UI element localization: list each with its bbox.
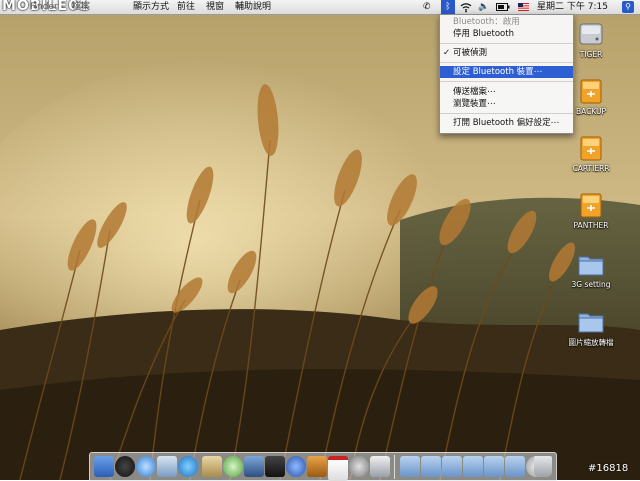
desktop-icon-label: TIGER: [579, 50, 603, 59]
bluetooth-status-item: Bluetooth：啟用: [453, 17, 520, 27]
imovie-icon[interactable]: [265, 456, 285, 477]
bluetooth-preferences-item[interactable]: 打開 Bluetooth 偏好設定⋯: [440, 117, 573, 129]
desktop-icon-panther[interactable]: PANTHER: [562, 191, 620, 230]
external-disk-icon: [580, 193, 602, 218]
movies-folder-icon[interactable]: [484, 456, 504, 477]
hard-disk-icon: [579, 23, 603, 45]
desktop-icon-backup[interactable]: BACKUP: [562, 77, 620, 116]
menu-separator: [440, 81, 573, 82]
applications-folder-icon[interactable]: [442, 456, 462, 477]
dock: [89, 452, 557, 481]
time-machine-icon[interactable]: [349, 456, 369, 477]
menu-help[interactable]: 輔助說明: [235, 0, 271, 14]
garageband-icon[interactable]: [307, 456, 327, 477]
bluetooth-menu: Bluetooth：啟用 停用 Bluetooth ✓ 可被偵測 設定 Blue…: [439, 14, 574, 134]
menu-separator: [440, 62, 573, 63]
volume-icon[interactable]: 🔈: [478, 0, 489, 14]
discoverable-item[interactable]: ✓ 可被偵測: [440, 47, 573, 59]
desktop-icon-label: 3G setting: [571, 280, 611, 289]
desktop-icon-label: BACKUP: [575, 107, 607, 116]
battery-icon[interactable]: [496, 0, 510, 14]
discoverable-label: 可被偵測: [453, 48, 488, 58]
address-book-icon[interactable]: [202, 456, 222, 477]
send-file-item[interactable]: 傳送檔案⋯: [440, 86, 573, 98]
menu-go[interactable]: 前往: [177, 0, 195, 14]
finder-icon[interactable]: [94, 456, 114, 477]
pictures-folder-icon[interactable]: [463, 456, 483, 477]
us-flag-icon[interactable]: [518, 0, 529, 14]
menu-file[interactable]: 檔案: [72, 0, 90, 14]
menu-separator: [440, 43, 573, 44]
disable-bluetooth-item[interactable]: 停用 Bluetooth: [440, 28, 573, 40]
desktop-icon-3g-setting[interactable]: 3G setting: [562, 250, 620, 289]
documents-folder-icon[interactable]: [400, 456, 420, 477]
menu-view[interactable]: 顯示方式: [133, 0, 169, 14]
wifi-icon[interactable]: [460, 0, 472, 14]
menu-separator: [440, 113, 573, 114]
dock-divider: [394, 455, 395, 479]
watermark: #16818: [588, 463, 629, 474]
checkmark-icon: ✓: [443, 48, 451, 58]
application-icon[interactable]: [370, 456, 390, 477]
folder-icon: [578, 256, 604, 276]
desktop-icon-label: 圖片縮放轉檔: [568, 338, 614, 347]
menu-window[interactable]: 視窗: [206, 0, 224, 14]
iphoto-icon[interactable]: [244, 456, 264, 477]
dashboard-icon[interactable]: [115, 456, 135, 477]
menu-bar: MOBILE01 Finder 檔案 顯示方式 前往 視窗 輔助說明 ✆ ᛒ 🔈…: [0, 0, 640, 15]
menu-clock[interactable]: 星期二 下午 7:15: [537, 0, 608, 14]
spotlight-icon[interactable]: ⚲: [622, 1, 634, 13]
safari-icon[interactable]: [136, 456, 156, 477]
desktop-icon-label: PANTHER: [573, 221, 609, 230]
music-folder-icon[interactable]: [505, 456, 525, 477]
setup-bluetooth-device-item[interactable]: 設定 Bluetooth 裝置⋯: [440, 66, 573, 78]
bluetooth-icon[interactable]: ᛒ: [441, 0, 455, 14]
browse-device-item[interactable]: 瀏覽裝置⋯: [440, 98, 573, 110]
desktop-icon-image-resize[interactable]: 圖片縮放轉檔: [562, 307, 620, 348]
external-disk-icon: [580, 79, 602, 104]
external-disk-icon: [580, 136, 602, 161]
desktop-icon-label: CARTIERR: [572, 164, 610, 173]
trash-icon[interactable]: [534, 456, 552, 477]
system-preferences-icon[interactable]: [286, 456, 306, 477]
itunes-icon[interactable]: [223, 456, 243, 477]
menu-finder[interactable]: Finder: [30, 0, 58, 14]
phone-icon[interactable]: ✆: [423, 0, 431, 14]
mail-icon[interactable]: [157, 456, 177, 477]
ical-icon[interactable]: [328, 456, 348, 481]
desktop-icon-cartierr[interactable]: CARTIERR: [562, 134, 620, 173]
ichat-icon[interactable]: [178, 456, 198, 477]
downloads-folder-icon[interactable]: [421, 456, 441, 477]
desktop-icon-tiger[interactable]: TIGER: [562, 20, 620, 59]
folder-icon: [578, 313, 604, 333]
